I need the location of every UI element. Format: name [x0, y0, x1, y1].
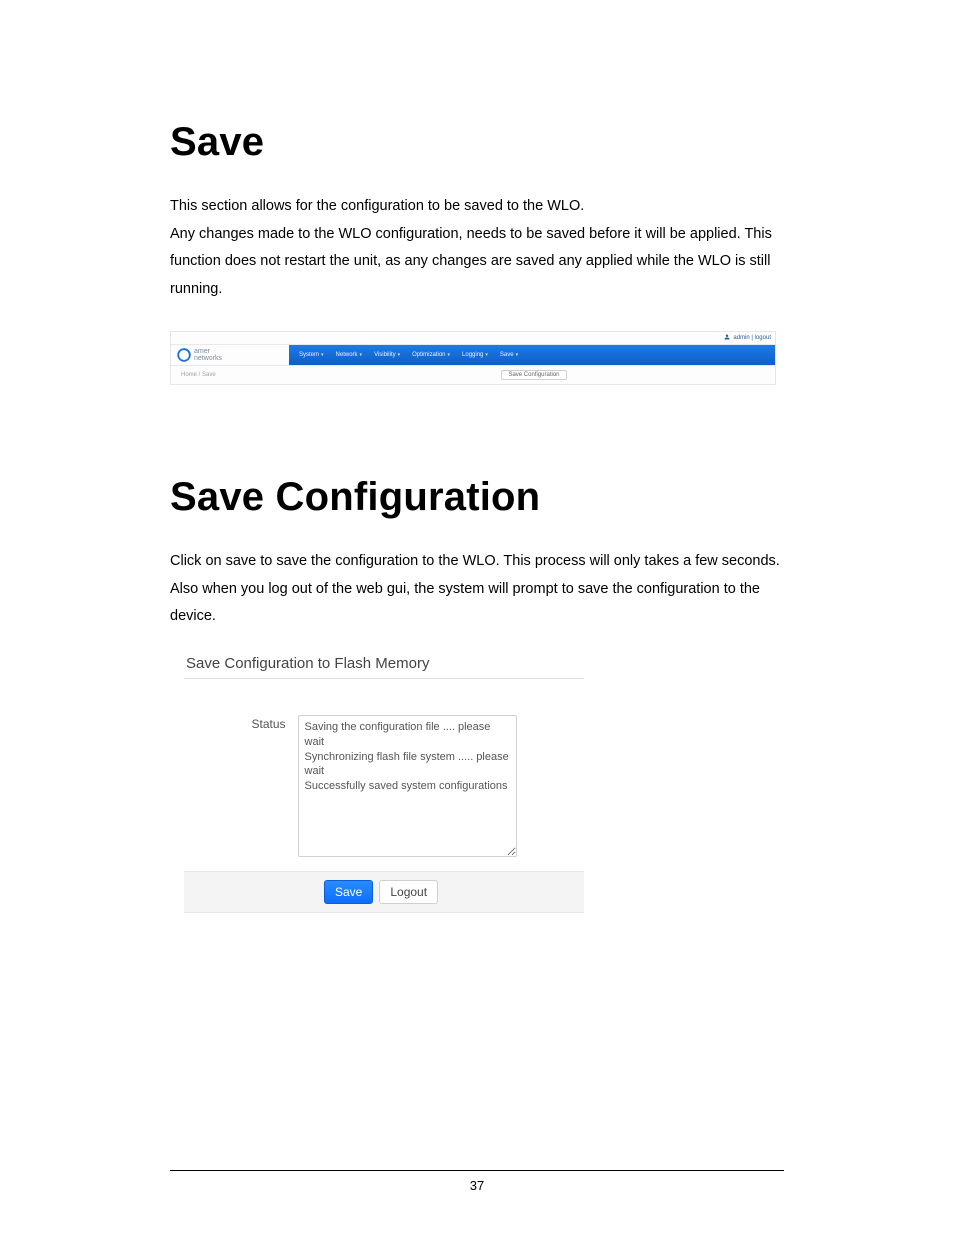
nav-logging[interactable]: Logging▾ — [462, 352, 488, 358]
nav-save[interactable]: Save▾ — [500, 352, 518, 358]
logout-button[interactable]: Logout — [379, 880, 438, 904]
chevron-down-icon: ▾ — [398, 352, 401, 358]
user-logout-link[interactable]: admin | logout — [733, 335, 771, 341]
intro-paragraph-2: Any changes made to the WLO configuratio… — [170, 221, 784, 304]
nav-network[interactable]: Network▾ — [336, 352, 363, 358]
brand-text: amernetworks — [194, 348, 222, 362]
chevron-down-icon: ▾ — [321, 352, 324, 358]
status-textarea[interactable] — [298, 715, 517, 857]
save-configuration-button[interactable]: Save Configuration — [501, 370, 566, 380]
screenshot-navbar: admin | logout amernetworks System▾ Netw… — [170, 331, 776, 385]
breadcrumb: Home / Save — [171, 372, 293, 378]
chevron-down-icon: ▾ — [360, 352, 363, 358]
screenshot-save-panel: Save Configuration to Flash Memory Statu… — [184, 653, 584, 913]
footer-rule — [170, 1170, 784, 1171]
saveconf-paragraph-2: Also when you log out of the web gui, th… — [170, 576, 784, 631]
saveconf-paragraph-1: Click on save to save the configuration … — [170, 548, 784, 576]
chevron-down-icon: ▾ — [448, 352, 451, 358]
user-icon — [724, 334, 730, 342]
button-row: Save Logout — [184, 871, 584, 913]
topbar: admin | logout — [171, 332, 775, 345]
chevron-down-icon: ▾ — [485, 352, 488, 358]
status-label: Status — [251, 715, 285, 857]
logo-swirl-icon — [177, 348, 191, 362]
brand-logo: amernetworks — [171, 345, 289, 365]
chevron-down-icon: ▾ — [516, 352, 519, 358]
nav-optimization[interactable]: Optimization▾ — [412, 352, 450, 358]
nav-system[interactable]: System▾ — [299, 352, 324, 358]
save-button[interactable]: Save — [324, 880, 373, 904]
main-navbar: System▾ Network▾ Visibility▾ Optimizatio… — [289, 345, 775, 365]
intro-paragraph-1: This section allows for the configuratio… — [170, 193, 784, 221]
heading-save-configuration: Save Configuration — [170, 475, 784, 520]
page-number: 37 — [0, 1178, 954, 1193]
heading-save: Save — [170, 120, 784, 165]
nav-visibility[interactable]: Visibility▾ — [374, 352, 400, 358]
panel-title: Save Configuration to Flash Memory — [184, 653, 584, 679]
